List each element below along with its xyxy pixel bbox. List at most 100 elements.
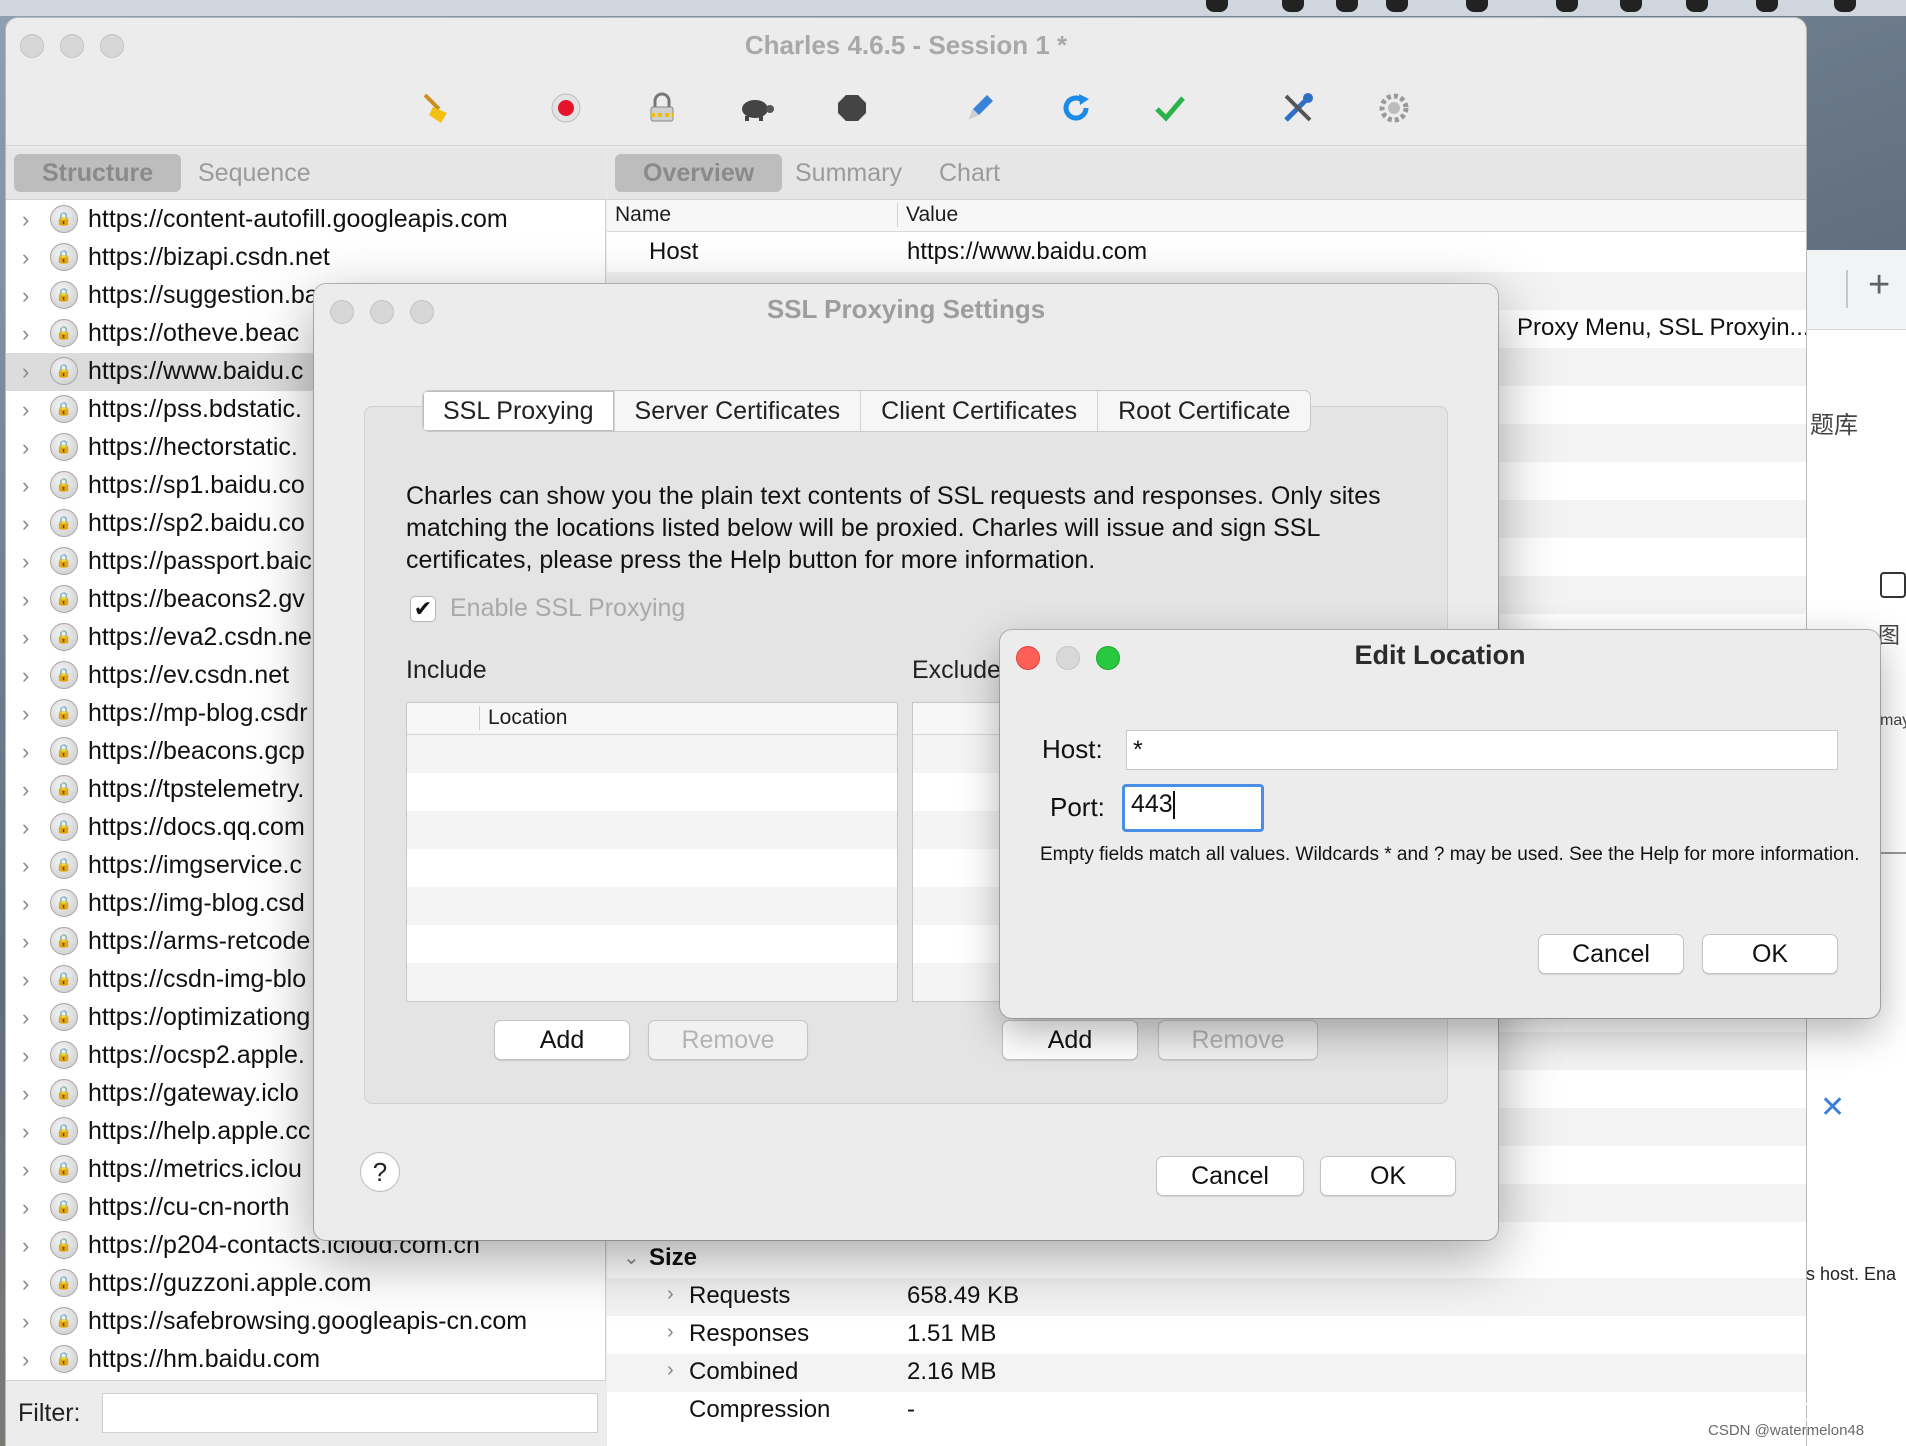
- menubar-status-icon[interactable]: [1206, 0, 1228, 12]
- chevron-right-icon[interactable]: ›: [22, 1271, 29, 1297]
- record-icon[interactable]: [546, 88, 586, 128]
- checkmark-icon[interactable]: [1150, 88, 1190, 128]
- ssl-lock-icon[interactable]: [642, 88, 682, 128]
- exclude-remove-button[interactable]: Remove: [1158, 1020, 1318, 1060]
- host-row[interactable]: › 🔒 https://safebrowsing.googleapis-cn.com: [6, 1303, 605, 1341]
- chevron-right-icon[interactable]: ›: [22, 1309, 29, 1335]
- image-icon[interactable]: [1880, 572, 1906, 598]
- menubar-status-icon[interactable]: [1834, 0, 1856, 12]
- include-add-button[interactable]: Add: [494, 1020, 630, 1060]
- chevron-right-icon[interactable]: ›: [22, 625, 29, 651]
- tab-structure[interactable]: Structure: [14, 154, 182, 192]
- menubar-status-icon[interactable]: [1620, 0, 1642, 12]
- host-row[interactable]: › 🔒 https://content-autofill.googleapis.co…: [6, 201, 605, 239]
- help-button[interactable]: ?: [360, 1152, 400, 1192]
- menubar-status-icon[interactable]: [1556, 0, 1578, 12]
- wildcard-note: Empty fields match all values. Wildcards…: [1040, 844, 1860, 865]
- chevron-right-icon[interactable]: ›: [22, 1119, 29, 1145]
- overview-row-host[interactable]: Host https://www.baidu.com: [607, 234, 1806, 272]
- broom-icon[interactable]: [416, 88, 456, 128]
- gear-icon[interactable]: [1374, 88, 1414, 128]
- chevron-right-icon[interactable]: ›: [22, 1081, 29, 1107]
- chevron-right-icon[interactable]: ›: [22, 207, 29, 233]
- menubar-status-icon[interactable]: [1336, 0, 1358, 12]
- tab-overview[interactable]: Overview: [615, 154, 783, 192]
- row-value: -: [907, 1396, 915, 1423]
- chevron-right-icon[interactable]: ›: [22, 473, 29, 499]
- chevron-right-icon[interactable]: ›: [22, 549, 29, 575]
- ssl-ok-button[interactable]: OK: [1320, 1156, 1456, 1196]
- new-tab-icon[interactable]: +: [1868, 264, 1890, 307]
- chevron-right-icon[interactable]: ›: [22, 1005, 29, 1031]
- chevron-right-icon[interactable]: ›: [22, 587, 29, 613]
- port-input[interactable]: 443: [1122, 784, 1264, 832]
- menubar-status-icon[interactable]: [1466, 0, 1488, 12]
- include-remove-button[interactable]: Remove: [648, 1020, 808, 1060]
- chevron-right-icon[interactable]: ›: [22, 701, 29, 727]
- row-key: Size: [649, 1244, 698, 1271]
- chevron-right-icon[interactable]: ›: [22, 853, 29, 879]
- tab-ssl-proxying[interactable]: SSL Proxying: [423, 391, 615, 431]
- host-row[interactable]: › 🔒 https://hm.baidu.com: [6, 1341, 605, 1379]
- refresh-icon[interactable]: [1056, 88, 1096, 128]
- chevron-right-icon[interactable]: ›: [22, 1195, 29, 1221]
- overview-row-requests[interactable]: › Requests 658.49 KB: [607, 1278, 1806, 1316]
- menubar-status-icon[interactable]: [1386, 0, 1408, 12]
- tab-sequence[interactable]: Sequence: [170, 154, 339, 192]
- chevron-right-icon[interactable]: ›: [22, 663, 29, 689]
- exclude-add-button[interactable]: Add: [1002, 1020, 1138, 1060]
- chevron-down-icon[interactable]: ⌄: [623, 1245, 640, 1270]
- menubar-status-icon[interactable]: [1282, 0, 1304, 12]
- chevron-right-icon[interactable]: ›: [22, 1043, 29, 1069]
- overview-row-size[interactable]: ⌄ Size: [607, 1240, 1806, 1278]
- stop-hexagon-icon[interactable]: [832, 88, 872, 128]
- ssl-cancel-button[interactable]: Cancel: [1156, 1156, 1304, 1196]
- include-locations-table[interactable]: Location: [406, 702, 898, 1002]
- pen-icon[interactable]: [960, 88, 1000, 128]
- chevron-right-icon[interactable]: ›: [667, 1283, 674, 1306]
- edit-ok-button[interactable]: OK: [1702, 934, 1838, 974]
- tab-client-certificates[interactable]: Client Certificates: [861, 391, 1099, 431]
- chevron-right-icon[interactable]: ›: [22, 397, 29, 423]
- chevron-right-icon[interactable]: ›: [22, 929, 29, 955]
- chevron-right-icon[interactable]: ›: [667, 1321, 674, 1344]
- chevron-right-icon[interactable]: ›: [22, 891, 29, 917]
- chevron-right-icon[interactable]: ›: [22, 1233, 29, 1259]
- menubar-status-icon[interactable]: [1686, 0, 1708, 12]
- overview-row-responses[interactable]: › Responses 1.51 MB: [607, 1316, 1806, 1354]
- chevron-right-icon[interactable]: ›: [22, 245, 29, 271]
- host-url: https://docs.qq.com: [88, 813, 305, 841]
- column-header-value[interactable]: Value: [897, 203, 958, 227]
- chevron-right-icon[interactable]: ›: [667, 1359, 674, 1382]
- host-input[interactable]: *: [1126, 730, 1838, 770]
- chevron-right-icon[interactable]: ›: [22, 321, 29, 347]
- host-row[interactable]: › 🔒 https://bizapi.csdn.net: [6, 239, 605, 277]
- enable-ssl-proxying-checkbox[interactable]: ✔: [410, 596, 436, 622]
- edit-cancel-button[interactable]: Cancel: [1538, 934, 1684, 974]
- tools-icon[interactable]: [1278, 88, 1318, 128]
- column-header-name[interactable]: Name: [615, 203, 671, 227]
- chevron-right-icon[interactable]: ›: [22, 435, 29, 461]
- tab-root-certificate[interactable]: Root Certificate: [1098, 391, 1310, 431]
- tools-icon[interactable]: ✕: [1820, 1090, 1845, 1125]
- chevron-right-icon[interactable]: ›: [22, 283, 29, 309]
- throttle-turtle-icon[interactable]: [736, 88, 776, 128]
- menubar-status-icon[interactable]: [1756, 0, 1778, 12]
- filter-bar: Filter:: [6, 1380, 606, 1446]
- tab-chart[interactable]: Chart: [911, 154, 1028, 192]
- tab-summary[interactable]: Summary: [767, 154, 930, 192]
- overview-row-combined[interactable]: › Combined 2.16 MB: [607, 1354, 1806, 1392]
- chevron-right-icon[interactable]: ›: [22, 777, 29, 803]
- chevron-right-icon[interactable]: ›: [22, 359, 29, 385]
- chevron-right-icon[interactable]: ›: [22, 511, 29, 537]
- chevron-right-icon[interactable]: ›: [22, 1347, 29, 1373]
- chevron-right-icon[interactable]: ›: [22, 967, 29, 993]
- tab-server-certificates[interactable]: Server Certificates: [615, 391, 862, 431]
- column-header-location[interactable]: Location: [479, 706, 567, 730]
- filter-input[interactable]: [102, 1393, 598, 1433]
- chevron-right-icon[interactable]: ›: [22, 815, 29, 841]
- browser-nav-text[interactable]: 题库: [1810, 405, 1858, 440]
- chevron-right-icon[interactable]: ›: [22, 739, 29, 765]
- chevron-right-icon[interactable]: ›: [22, 1157, 29, 1183]
- host-row[interactable]: › 🔒 https://guzzoni.apple.com: [6, 1265, 605, 1303]
